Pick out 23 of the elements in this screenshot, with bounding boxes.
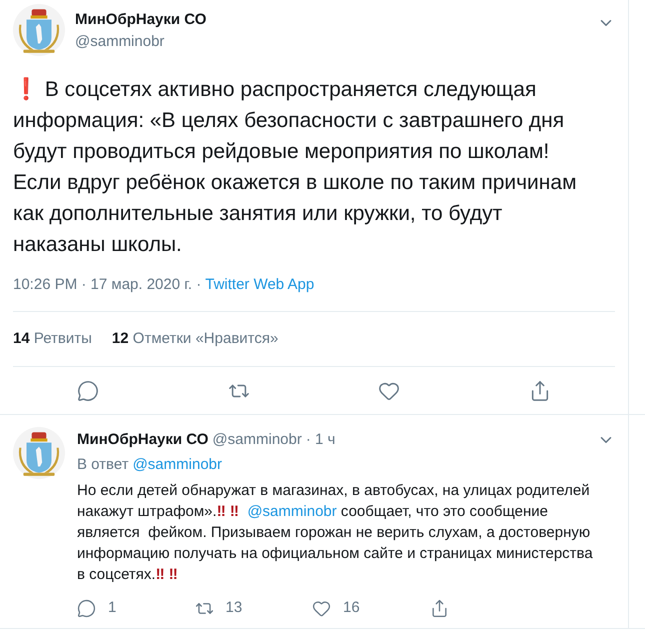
tweet-text: ❗ В соцсетях активно распространяется следующая информация: «В целях безопасности с завтрашнего дня будут проводиться рейдовые мероприятия по школам! Если вдруг ребёнок окажется в школе по таким причинам как дополнительные занятия или кружки, то будут наказаны школы. [13, 76, 578, 258]
mention-link[interactable]: @samminobr [132, 454, 222, 476]
author-name[interactable]: МинОбрНауки СО [75, 10, 206, 30]
source-link[interactable]: Twitter Web App [205, 274, 314, 296]
reply-context: В ответ [77, 454, 129, 474]
share-icon[interactable] [430, 598, 448, 618]
action-count: 16 [343, 598, 360, 618]
timestamp: 10:26 PM · 17 мар. 2020 г. · [13, 275, 202, 295]
reply-icon[interactable] [77, 380, 100, 402]
action-count: 13 [226, 598, 242, 618]
tweet-text: Но если детей обнаружат в магазинах, в автобусах, на улицах родителей накажут штрафом».‼ ‼ @samminobr сообщает, что это сообщение является фейком. Призываем горожан не верить слухам, а достоверную информацию получать на официальном сайте и страницах министерства в соцсетях.‼ ‼ [77, 481, 594, 585]
timestamp: · 1 ч [306, 430, 336, 450]
stat-link[interactable]: 12 Отметки «Нравится» [112, 328, 278, 350]
stat-link[interactable]: 14 Ретвиты [13, 328, 92, 350]
mention-link[interactable]: @samminobr [247, 503, 337, 520]
author-name[interactable]: МинОбрНауки СО [77, 429, 208, 452]
action-count: 1 [108, 598, 116, 618]
reply-icon[interactable] [77, 598, 96, 618]
coat-of-arms-icon [13, 427, 65, 479]
coat-of-arms-icon [13, 4, 65, 56]
author-handle[interactable]: @samminobr [212, 429, 302, 452]
author-handle[interactable]: @samminobr [75, 32, 206, 52]
heart-icon[interactable] [312, 598, 331, 618]
